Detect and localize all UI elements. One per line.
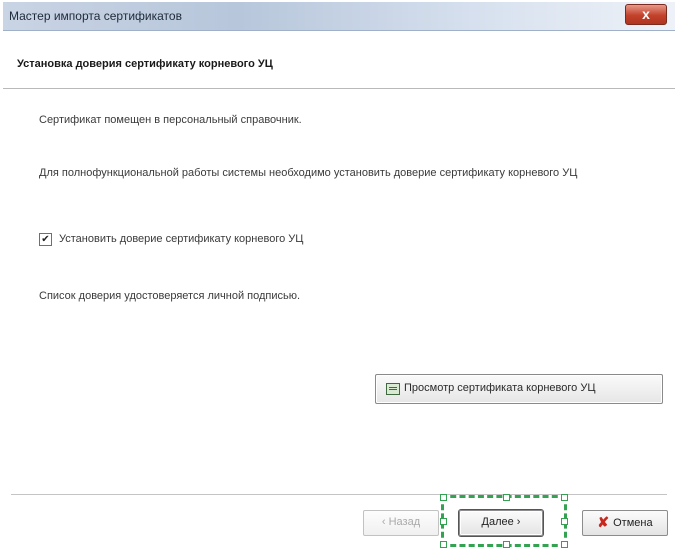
cancel-x-icon: ✘ — [597, 514, 610, 530]
wizard-body: Сертификат помещен в персональный справо… — [3, 89, 675, 494]
info-text-trust-required: Для полнофункциональной работы системы н… — [39, 167, 578, 179]
info-text-trust-list: Список доверия удостоверяется личной под… — [39, 290, 301, 302]
cancel-label: Отмена — [613, 517, 653, 529]
view-root-certificate-button[interactable]: Просмотр сертификата корневого УЦ — [375, 374, 663, 404]
wizard-header: Установка доверия сертификату корневого … — [3, 31, 675, 89]
certificate-icon — [386, 383, 400, 395]
footer-divider — [11, 494, 667, 495]
next-button[interactable]: Далее › — [459, 510, 543, 536]
info-text-placed: Сертификат помещен в персональный справо… — [39, 114, 302, 126]
title-bar: Мастер импорта сертификатов x — [3, 2, 675, 31]
back-button[interactable]: ‹ Назад — [363, 510, 439, 536]
view-root-certificate-label: Просмотр сертификата корневого УЦ — [404, 382, 596, 394]
install-trust-checkbox[interactable]: ✔ — [39, 233, 52, 246]
page-title: Установка доверия сертификату корневого … — [17, 58, 273, 70]
window-title: Мастер импорта сертификатов — [9, 9, 182, 23]
cancel-button[interactable]: ✘ Отмена — [582, 510, 668, 536]
close-button[interactable]: x — [625, 4, 667, 25]
install-trust-checkbox-label[interactable]: Установить доверие сертификату корневого… — [59, 233, 303, 245]
certificate-import-wizard: Мастер импорта сертификатов x Установка … — [3, 2, 675, 550]
